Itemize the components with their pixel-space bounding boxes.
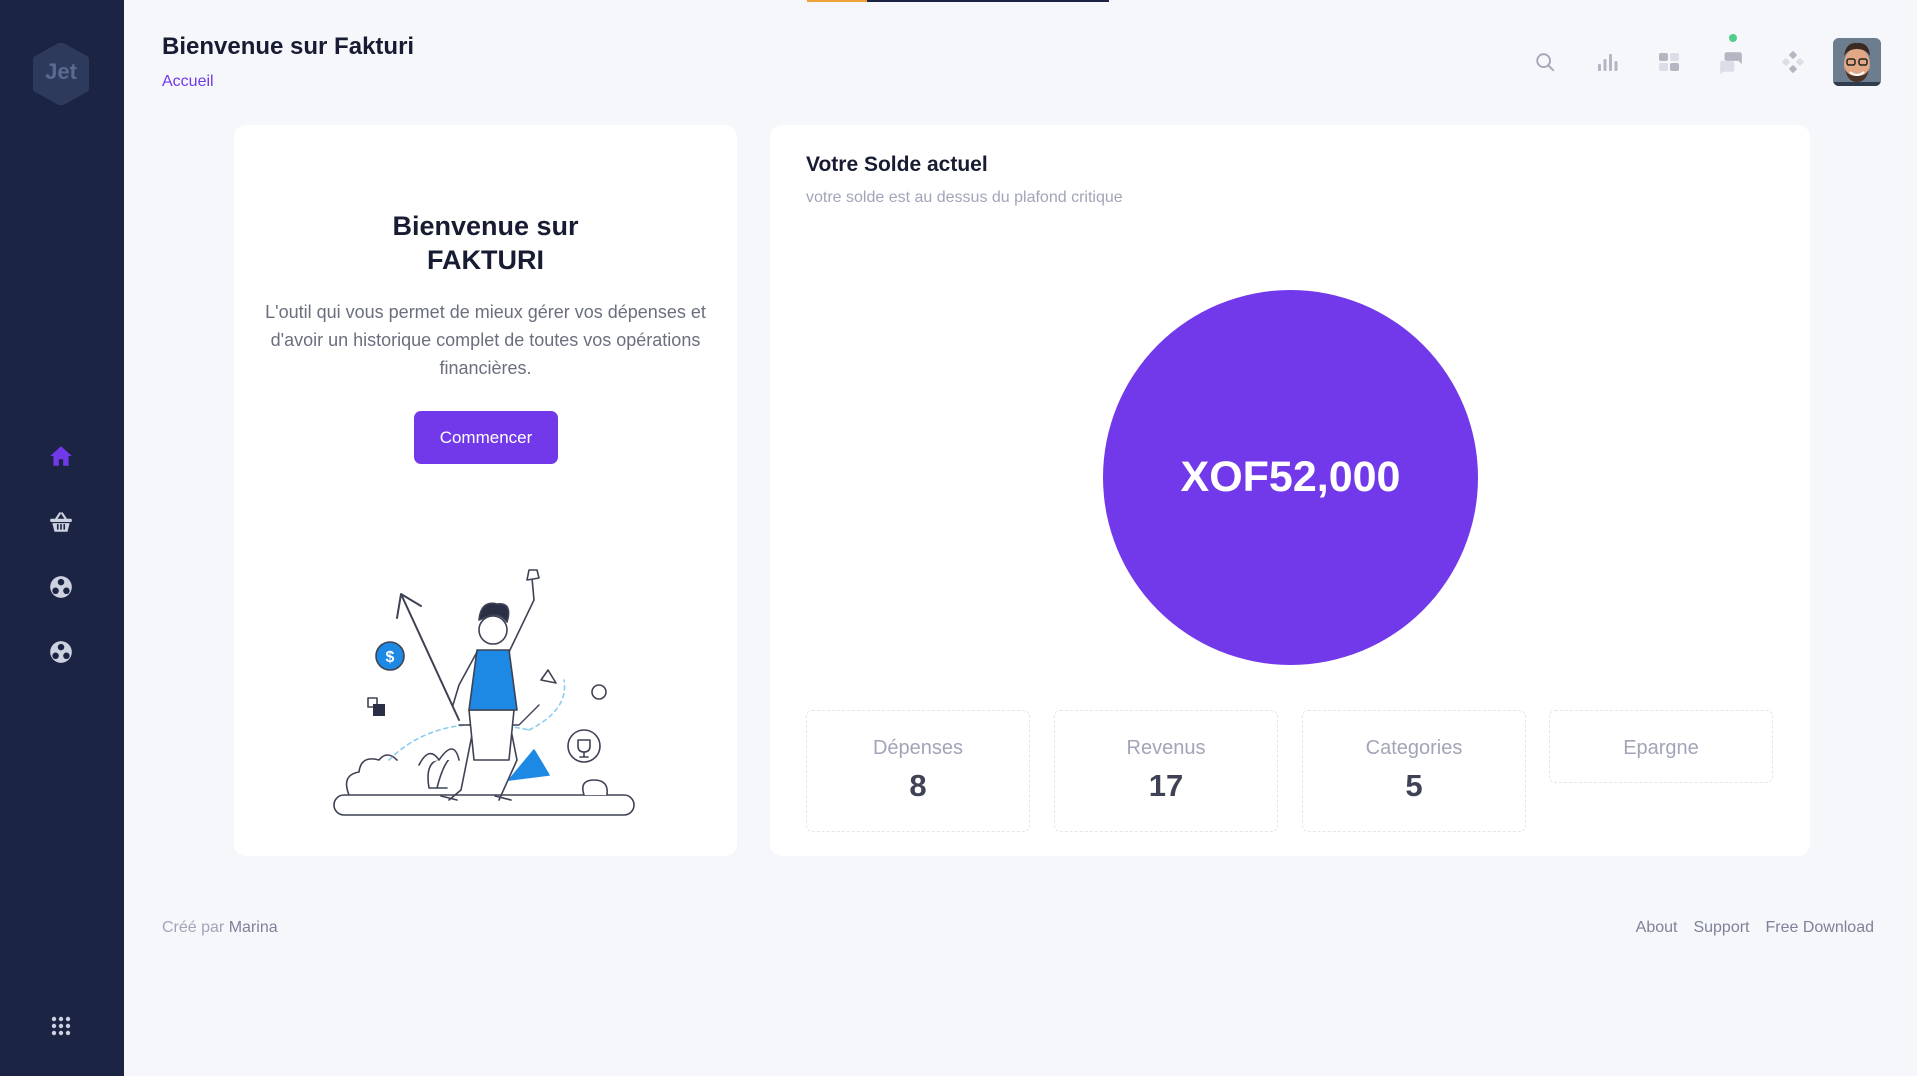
apps-button[interactable] [1779, 48, 1807, 76]
footer-link-support[interactable]: Support [1693, 919, 1749, 937]
stat-card-income[interactable]: Revenus 17 [1054, 710, 1278, 832]
chart-icon [1598, 54, 1618, 71]
sidebar-item-basket[interactable] [46, 507, 76, 537]
stat-value: 5 [1405, 768, 1423, 803]
stat-card-savings[interactable]: Epargne [1549, 710, 1773, 783]
footer-credits: Créé par Marina [162, 919, 278, 937]
stat-label: Epargne [1623, 737, 1699, 759]
finance-growth-illustration: $ [333, 569, 635, 816]
logo-text: Jet [45, 59, 77, 84]
chat-icon [1720, 52, 1742, 74]
balance-amount: XOF52,000 [1180, 453, 1401, 501]
avatar-image [1833, 38, 1881, 86]
breadcrumb-home[interactable]: Accueil [162, 73, 214, 91]
grid-icon [1659, 53, 1679, 71]
stat-value: 17 [1148, 768, 1184, 803]
orbit-icon [50, 576, 72, 598]
search-icon [1536, 53, 1555, 72]
footer-link-free-download[interactable]: Free Download [1766, 919, 1875, 937]
stat-value: 8 [909, 768, 927, 803]
apps-grid-icon [51, 1016, 71, 1036]
sidebar-item-orbit-2[interactable] [46, 637, 76, 667]
orbit-icon [50, 641, 72, 663]
app-logo[interactable]: Jet [30, 43, 92, 105]
footer-nav: About Support Free Download [1636, 919, 1874, 937]
footer-author-link[interactable]: Marina [229, 919, 278, 936]
chat-button[interactable] [1717, 48, 1745, 76]
stat-card-expenses[interactable]: Dépenses 8 [806, 710, 1030, 832]
stat-label: Revenus [1126, 737, 1206, 759]
basket-icon [50, 512, 72, 532]
search-button[interactable] [1531, 48, 1559, 76]
stat-card-categories[interactable]: Categories 5 [1302, 710, 1526, 832]
notification-dot [1729, 34, 1737, 42]
home-icon [50, 446, 72, 466]
diamond-grid-icon [1782, 51, 1804, 73]
balance-circle: XOF52,000 [1103, 290, 1478, 665]
footer-link-about[interactable]: About [1636, 919, 1678, 937]
user-avatar[interactable] [1833, 38, 1881, 86]
page-title: Bienvenue sur Fakturi [162, 33, 415, 60]
apps-menu-button[interactable] [46, 1011, 76, 1041]
balance-subtitle: votre solde est au dessus du plafond cri… [806, 189, 1123, 206]
stat-label: Dépenses [872, 737, 964, 759]
sidebar: Jet [0, 0, 124, 1076]
start-button[interactable]: Commencer [414, 411, 558, 464]
footer-created-by: Créé par [162, 919, 225, 936]
welcome-title-line2: FAKTURI [427, 245, 544, 275]
svg-text:$: $ [386, 649, 395, 666]
stat-label: Categories [1365, 737, 1463, 759]
page-loading-bar [807, 0, 1109, 2]
welcome-title: Bienvenue sur FAKTURI [234, 209, 737, 277]
balance-title: Votre Solde actuel [806, 153, 988, 176]
welcome-card: Bienvenue sur FAKTURI L'outil qui vous p… [234, 125, 737, 856]
dashboard-button[interactable] [1655, 48, 1683, 76]
balance-card: Votre Solde actuel votre solde est au de… [770, 125, 1810, 856]
sidebar-item-home[interactable] [46, 441, 76, 471]
welcome-description: L'outil qui vous permet de mieux gérer v… [265, 302, 706, 378]
welcome-title-line1: Bienvenue sur [392, 211, 579, 241]
sidebar-item-orbit-1[interactable] [46, 572, 76, 602]
stats-button[interactable] [1593, 48, 1621, 76]
